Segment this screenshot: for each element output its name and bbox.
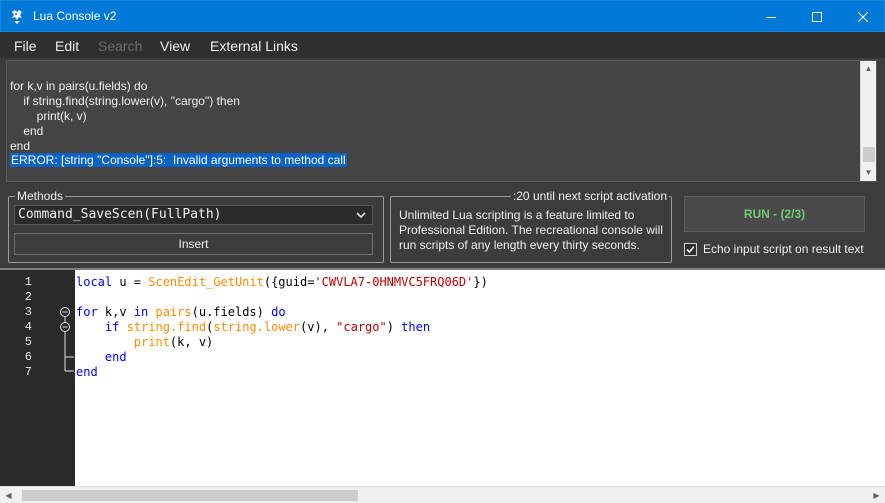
methods-legend: Methods <box>15 189 66 203</box>
code-token: end <box>104 350 127 364</box>
methods-selected-value: Command_SaveScen(FullPath) <box>18 207 222 222</box>
code-token: then <box>401 320 431 334</box>
scrollbar-thumb[interactable] <box>22 490 358 501</box>
code-fold-markers <box>60 307 74 372</box>
methods-dropdown[interactable]: Command_SaveScen(FullPath) <box>14 205 373 225</box>
code-token: string.lower <box>213 320 301 334</box>
line-number: 7 <box>24 365 32 379</box>
code-token: (k, v) <box>169 335 214 349</box>
edition-limit-message: Unlimited Lua scripting is a feature lim… <box>399 208 663 252</box>
maximize-icon <box>812 11 822 22</box>
menu-external-links[interactable]: External Links <box>210 38 298 54</box>
line-number: 6 <box>24 350 32 364</box>
scroll-right-arrow-icon[interactable]: ▶ <box>868 487 885 503</box>
code-line: local u = ScenEdit_GetUnit({guid='CWVLA7… <box>76 275 488 289</box>
fold-collapse-icon[interactable] <box>60 322 70 332</box>
code-token: end <box>76 365 98 379</box>
code-line: end <box>76 350 127 364</box>
scrollbar-thumb[interactable] <box>863 147 875 162</box>
menu-search[interactable]: Search <box>98 38 142 54</box>
output-vertical-scrollbar[interactable]: ▲ ▼ <box>860 61 876 181</box>
close-button[interactable] <box>840 1 885 32</box>
output-line: for k,v in pairs(u.fields) do <box>10 79 148 93</box>
output-line: if string.find(string.lower(v), "cargo")… <box>10 94 240 108</box>
code-token: in <box>133 305 149 319</box>
script-timer-legend: :20 until next script activation <box>510 189 669 203</box>
fold-collapse-icon[interactable] <box>60 307 70 317</box>
window-title: Lua Console v2 <box>33 9 117 23</box>
code-token: k,v <box>97 305 134 319</box>
code-token: (v), <box>300 320 337 334</box>
insert-button[interactable]: Insert <box>14 233 373 255</box>
methods-group: Methods Command_SaveScen(FullPath) Inser… <box>8 189 384 263</box>
chevron-down-icon <box>356 212 366 219</box>
title-bar[interactable]: Lua Console v2 <box>0 0 885 32</box>
code-editor[interactable]: 1 2 3 4 5 6 7 local u = ScenEdit_GetUnit… <box>0 268 885 503</box>
code-token: do <box>271 305 286 319</box>
code-token: 'CWVLA7-0HNMVC5FRQ06D' <box>314 275 474 289</box>
scroll-up-arrow-icon[interactable]: ▲ <box>861 61 876 76</box>
code-token: }) <box>473 275 488 289</box>
code-token: ({guid= <box>263 275 315 289</box>
echo-checkbox[interactable] <box>684 243 697 256</box>
output-console[interactable]: for k,v in pairs(u.fields) do if string.… <box>6 60 877 182</box>
line-number: 5 <box>24 335 32 349</box>
info-group: :20 until next script activation Unlimit… <box>390 189 672 263</box>
code-token: (u.fields) <box>191 305 272 319</box>
menu-edit[interactable]: Edit <box>55 38 79 54</box>
echo-label[interactable]: Echo input script on result text <box>703 242 864 256</box>
code-token: pairs <box>155 305 192 319</box>
line-number: 1 <box>24 275 32 289</box>
code-token: string.find <box>126 320 207 334</box>
menu-bar: File Edit Search View External Links <box>0 32 885 58</box>
run-button[interactable]: RUN - (2/3) <box>684 196 865 232</box>
checkmark-icon <box>686 245 695 254</box>
line-number: 4 <box>24 320 32 334</box>
code-token: ) <box>386 320 402 334</box>
maximize-button[interactable] <box>794 1 840 32</box>
output-line: print(k, v) <box>10 109 87 123</box>
output-line: end <box>10 124 44 138</box>
code-line: for k,v in pairs(u.fields) do <box>76 305 286 319</box>
code-token: if <box>104 320 120 334</box>
output-error-line: ERROR: [string "Console"]:5: Invalid arg… <box>10 153 347 167</box>
close-icon <box>858 11 868 22</box>
code-token: ScenEdit_GetUnit <box>148 275 264 289</box>
code-token: local <box>76 275 113 289</box>
editor-horizontal-scrollbar[interactable]: ◀ ▶ <box>0 486 885 503</box>
menu-file[interactable]: File <box>14 38 37 54</box>
code-token: for <box>76 305 98 319</box>
code-line: if string.find(string.lower(v), "cargo")… <box>76 320 430 334</box>
code-line: end <box>76 365 98 379</box>
code-token: "cargo" <box>336 320 387 334</box>
menu-view[interactable]: View <box>160 38 190 54</box>
minimize-icon <box>766 16 776 18</box>
code-line: print(k, v) <box>76 335 213 349</box>
output-line: end <box>10 139 31 153</box>
scroll-down-arrow-icon[interactable]: ▼ <box>861 165 876 180</box>
code-token: u = <box>112 275 149 289</box>
scroll-left-arrow-icon[interactable]: ◀ <box>0 487 17 503</box>
code-token: print <box>133 335 170 349</box>
line-number: 3 <box>24 305 32 319</box>
lua-bird-icon <box>8 8 26 26</box>
minimize-button[interactable] <box>748 1 794 32</box>
line-number: 2 <box>24 290 32 304</box>
